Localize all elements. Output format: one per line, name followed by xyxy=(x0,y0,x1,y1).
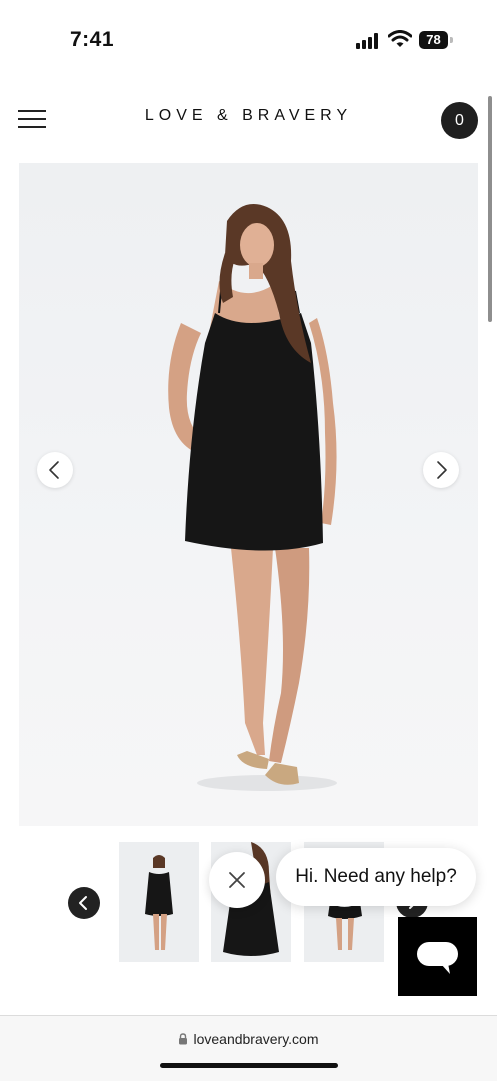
cellular-signal-icon xyxy=(356,33,382,54)
chat-prompt-bubble[interactable]: Hi. Need any help? xyxy=(276,848,476,906)
brand-logo[interactable]: LOVE & BRAVERY xyxy=(0,107,497,125)
thumbnails-prev-button[interactable] xyxy=(68,887,100,919)
cart-count-button[interactable]: 0 xyxy=(441,102,478,139)
address-bar[interactable]: loveandbravery.com xyxy=(0,1031,497,1047)
chevron-right-icon xyxy=(437,461,447,479)
wifi-icon xyxy=(387,30,413,53)
browser-toolbar xyxy=(0,1015,497,1081)
page-scrollbar[interactable] xyxy=(488,96,492,322)
chat-launcher-button[interactable] xyxy=(398,917,477,996)
chevron-left-icon xyxy=(49,461,59,479)
battery-level: 78 xyxy=(419,31,448,49)
product-main-image[interactable] xyxy=(19,163,478,826)
product-thumbnail[interactable] xyxy=(119,842,199,962)
chat-close-button[interactable] xyxy=(209,852,265,908)
url-text: loveandbravery.com xyxy=(193,1031,319,1047)
close-icon xyxy=(229,872,245,888)
lock-icon xyxy=(179,1033,188,1045)
status-time: 7:41 xyxy=(70,28,115,51)
image-next-button[interactable] xyxy=(423,452,459,488)
home-indicator[interactable] xyxy=(160,1063,338,1068)
chat-bubble-icon xyxy=(417,942,458,974)
image-prev-button[interactable] xyxy=(37,452,73,488)
chevron-left-icon xyxy=(79,896,87,910)
